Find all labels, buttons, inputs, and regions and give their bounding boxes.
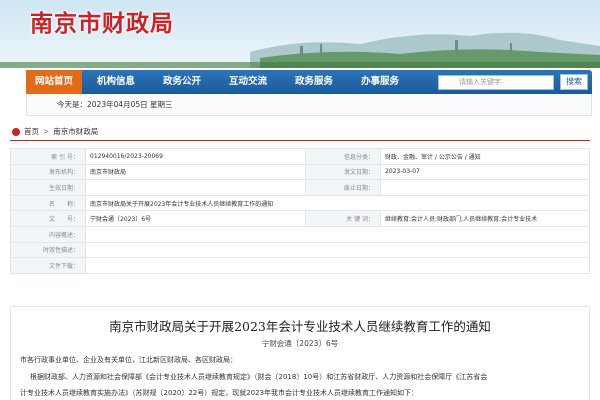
article-paragraph: 计专业技术人员继续教育实施办法》（苏财规〔2020〕22号）规定，现就2023年… [20,389,419,397]
search-input[interactable]: 请输入关键字 [438,75,554,90]
info-value: 继续教育;会计人员;财政部门;人员继续教育;会计专业技术 [380,210,590,227]
info-label: 文件下载： [10,257,86,274]
table-row: 文 号： 宁财会通〔2023〕6号 关 键 词： 继续教育;会计人员;财政部门;… [10,210,590,227]
info-label: 内容概述： [10,225,86,243]
info-label: 废止日期： [305,179,381,196]
divider [10,140,590,141]
info-label: 生效日期： [10,179,86,196]
table-row: 文件下载： [10,257,590,274]
info-label: 文 号： [10,210,86,227]
article-doc-number: 宁财会通〔2023〕6号 [261,339,339,348]
table-row: 发布机构： 南京市财政局 发文日期： 2023-03-07 [10,163,590,181]
breadcrumb: 首页 > 南京市财政局 [12,126,98,137]
today-date: 今天是：2023年04月05日 星期三 [57,100,173,109]
info-value: 南京市财政局关于开展2023年会计专业技术人员继续教育工作的通知 [85,194,590,212]
info-label: 索 引 号： [10,148,86,165]
info-label: 名 称： [10,194,86,212]
info-value[interactable] [85,257,590,274]
article-title: 南京市财政局关于开展2023年会计专业技术人员继续教育工作的通知 [109,319,491,334]
nav-interaction[interactable]: 互动交流 [220,70,276,94]
info-value [85,179,306,196]
info-value: 宁财会通〔2023〕6号 [85,210,306,227]
info-value: 2023-03-07 [380,163,590,181]
info-label: 发文日期： [305,163,381,181]
info-label: 发布机构： [10,163,86,181]
info-value: 南京市财政局 [85,163,306,181]
location-icon [12,127,20,136]
date-bar: 今天是：2023年04月05日 星期三 [26,94,592,116]
table-row: 内容概述： [10,225,590,243]
table-row: 索 引 号： 012940016/2023-20069 信息分类： 财政、金融、… [10,148,590,165]
table-row: 生效日期： 废止日期： [10,179,590,196]
article-salutation: 市各行政事业单位、企业及有关单位，江北新区财政局、各区财政局： [20,356,237,364]
nav-office-services[interactable]: 办事服务 [352,70,408,94]
table-row: 时效性描述： [10,241,590,259]
breadcrumb-current[interactable]: 南京市财政局 [53,127,98,136]
info-label: 信息分类： [305,148,381,165]
nav-organization[interactable]: 机构信息 [88,70,144,94]
info-value [380,179,590,196]
nav-home[interactable]: 网站首页 [26,70,82,94]
article-paragraph: 根据财政部、人力资源和社会保障部《会计专业技术人员继续教育规定》（财会〔2018… [30,373,488,381]
breadcrumb-home[interactable]: 首页 [24,127,39,136]
info-label: 关 键 词： [305,210,381,227]
nav-government-affairs[interactable]: 政务公开 [154,70,210,94]
info-value: 012940016/2023-20069 [85,148,306,165]
info-label: 时效性描述： [10,241,86,259]
search-button[interactable]: 搜索 [560,74,588,90]
main-nav: 网站首页 机构信息 政务公开 互动交流 政务服务 办事服务 请输入关键字 搜索 [26,70,592,94]
breadcrumb-separator: > [43,127,50,136]
site-banner: 南京市财政局 [0,0,600,68]
table-row: 名 称： 南京市财政局关于开展2023年会计专业技术人员继续教育工作的通知 [10,194,590,212]
site-logo[interactable]: 南京市财政局 [30,4,174,38]
document-info-table: 索 引 号： 012940016/2023-20069 信息分类： 财政、金融、… [10,148,590,274]
nav-gov-services[interactable]: 政务服务 [286,70,342,94]
info-value [85,225,590,243]
info-value: 财政、金融、审计 / 公示公告 / 通知 [380,148,590,165]
info-value [85,241,590,259]
